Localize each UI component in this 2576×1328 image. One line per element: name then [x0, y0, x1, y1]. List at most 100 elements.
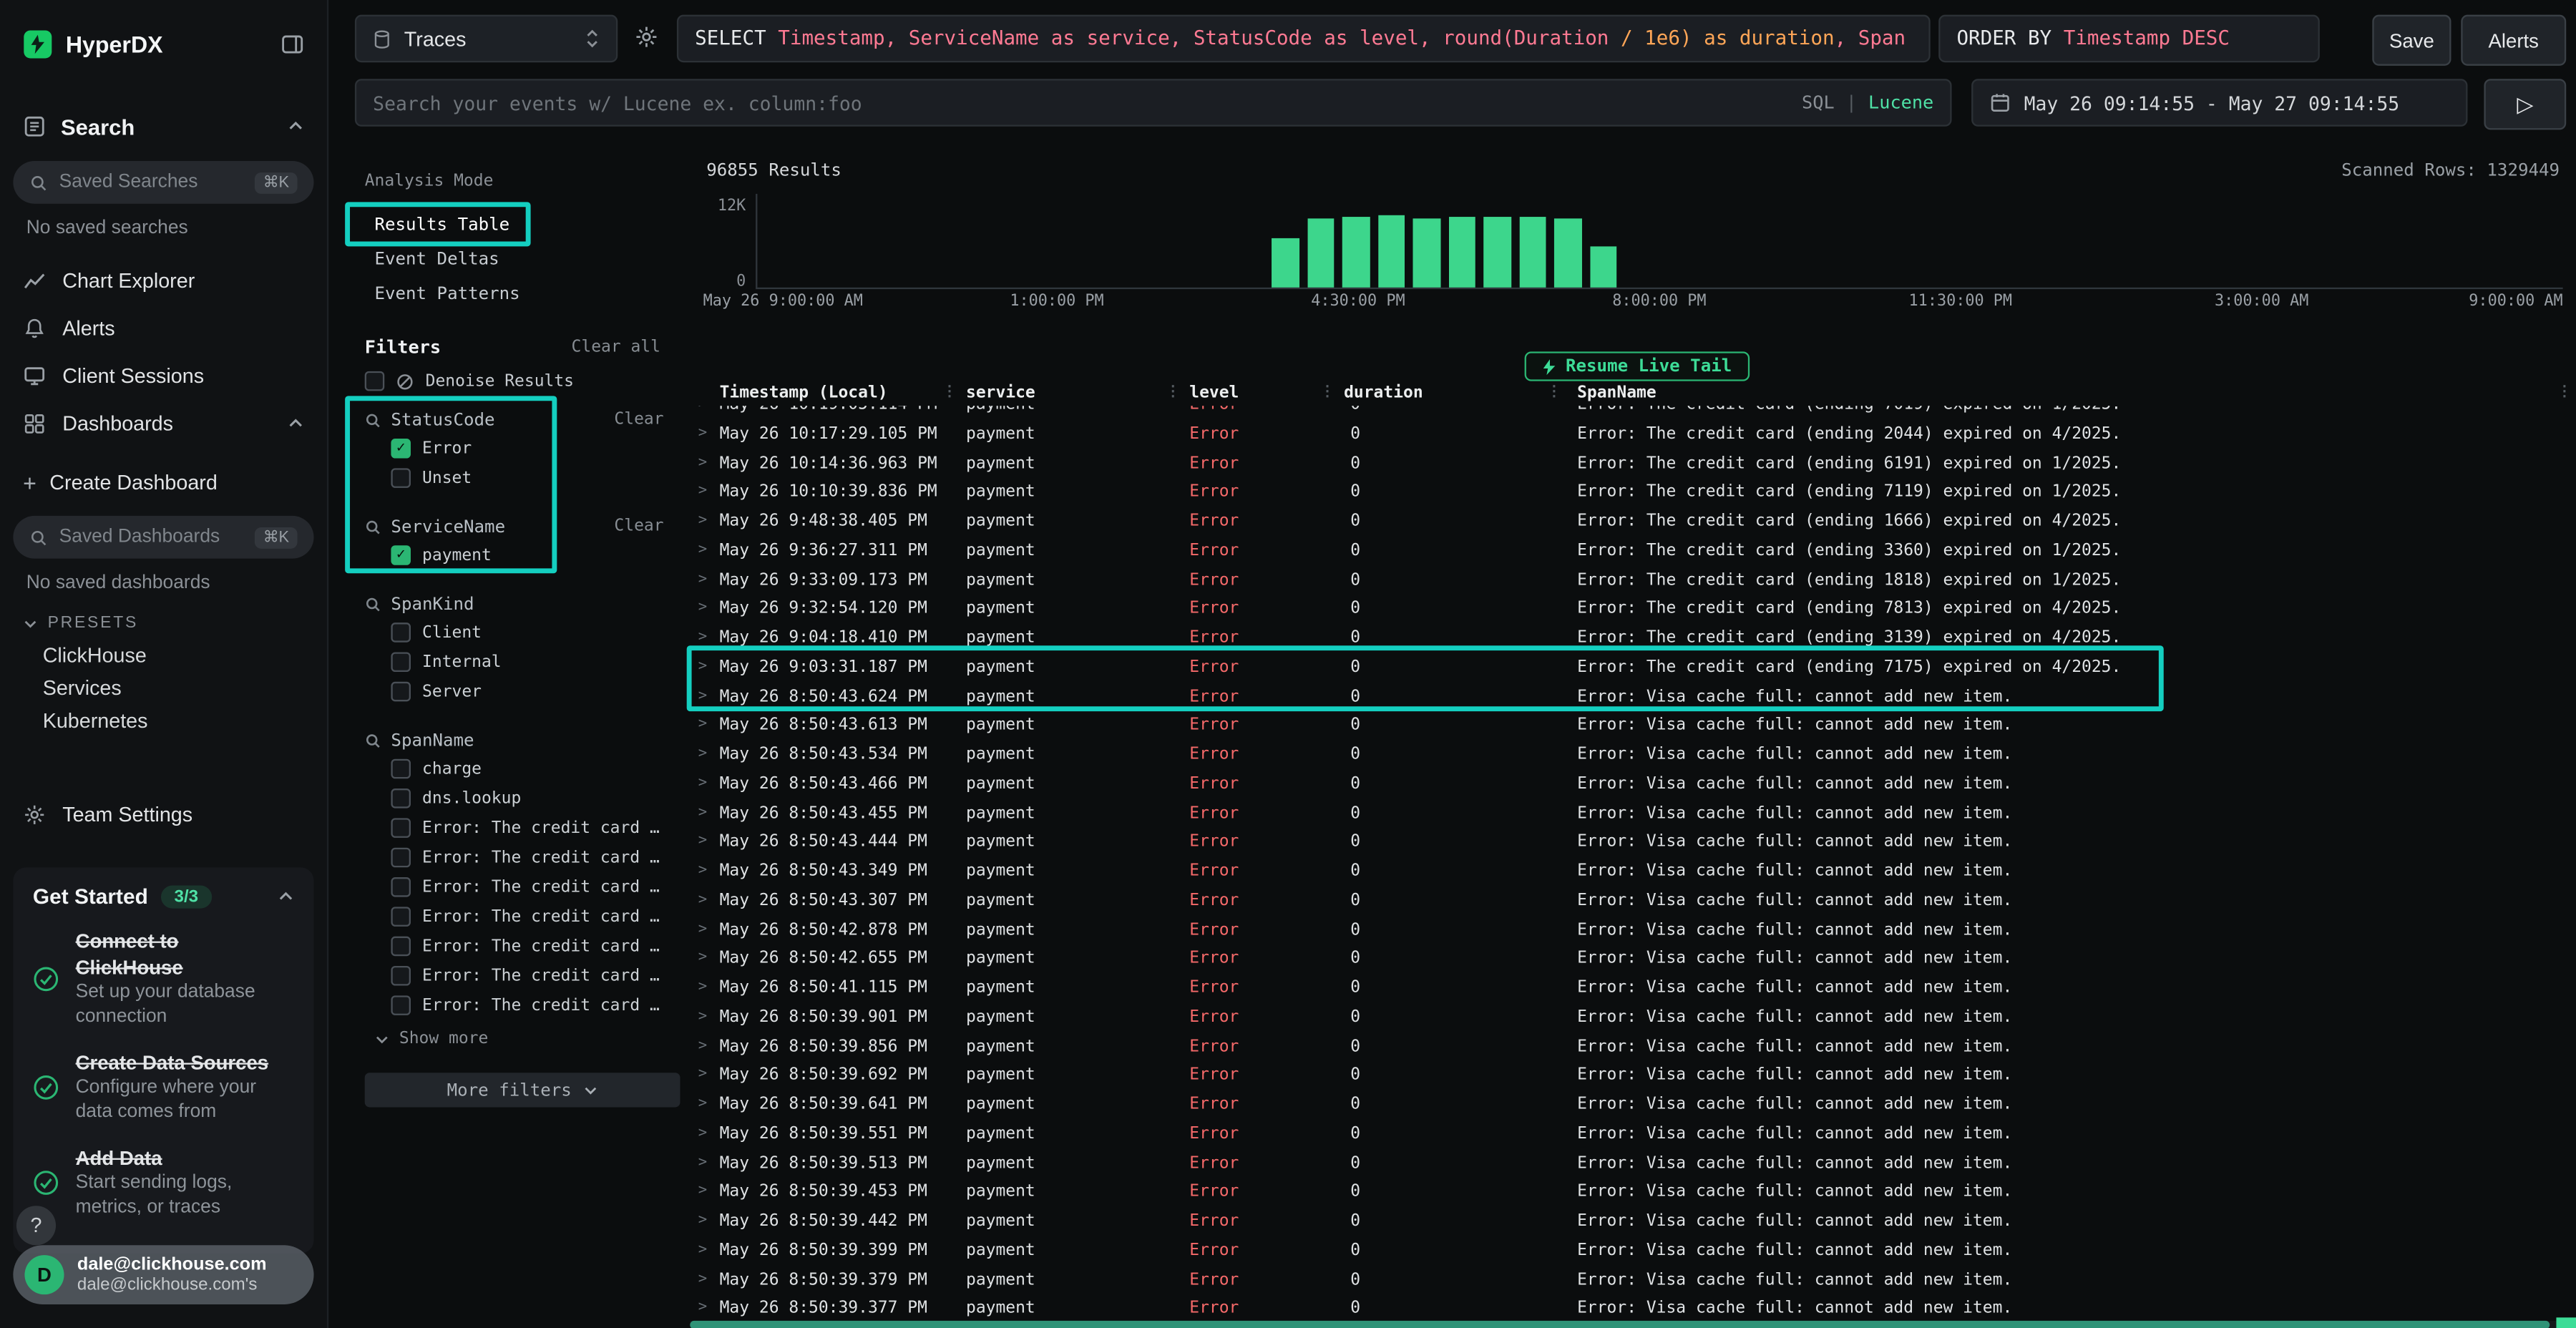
filter-checkbox[interactable]: [391, 788, 411, 809]
histogram-bar[interactable]: [1377, 215, 1405, 288]
histogram-bar[interactable]: [1554, 218, 1581, 287]
sidebar-item-client-sessions[interactable]: Client Sessions: [0, 351, 327, 399]
filter-checkbox[interactable]: [391, 652, 411, 672]
sidebar-item-team-settings[interactable]: Team Settings: [0, 790, 327, 838]
table-row[interactable]: >May 26 9:04:18.410 PMpaymentError0Error…: [690, 624, 2576, 653]
presets-toggle[interactable]: PRESETS: [0, 607, 327, 639]
table-row[interactable]: >May 26 8:50:43.444 PMpaymentError0Error…: [690, 829, 2576, 858]
source-select[interactable]: Traces: [355, 15, 618, 63]
filter-option[interactable]: Error: The credit card …: [365, 813, 667, 842]
table-row[interactable]: >May 26 8:50:39.399 PMpaymentError0Error…: [690, 1236, 2576, 1266]
table-row[interactable]: >May 26 8:50:42.655 PMpaymentError0Error…: [690, 945, 2576, 975]
filter-checkbox[interactable]: [391, 759, 411, 779]
filter-option[interactable]: dns.lookup: [365, 783, 667, 813]
clear-filter-link[interactable]: Clear: [614, 411, 667, 429]
orderby-editor[interactable]: ORDER BY Timestamp DESC: [1938, 15, 2320, 63]
preset-item-kubernetes[interactable]: Kubernetes: [0, 705, 327, 738]
histogram-bar[interactable]: [1483, 217, 1511, 288]
table-row[interactable]: >May 26 8:50:42.878 PMpaymentError0Error…: [690, 916, 2576, 945]
filter-option[interactable]: charge: [365, 754, 667, 783]
get-started-item[interactable]: Connect to ClickHouseSet up your databas…: [33, 929, 294, 1029]
sidebar-item-dashboards[interactable]: Dashboards: [0, 399, 327, 447]
get-started-item[interactable]: Add DataStart sending logs, metrics, or …: [33, 1146, 294, 1220]
filter-option[interactable]: Error: The credit card …: [365, 932, 667, 961]
table-row[interactable]: >May 26 8:50:39.442 PMpaymentError0Error…: [690, 1208, 2576, 1237]
filter-option[interactable]: Error: The credit card …: [365, 990, 667, 1020]
column-settings-icon[interactable]: ⋮: [2553, 381, 2576, 406]
filter-checkbox[interactable]: [391, 937, 411, 957]
column-header-level[interactable]: level: [1183, 381, 1317, 406]
date-range-picker[interactable]: May 26 09:14:55 - May 27 09:14:55: [1971, 79, 2467, 127]
table-row[interactable]: >May 26 8:50:39.377 PMpaymentError0Error…: [690, 1295, 2576, 1319]
filter-checkbox[interactable]: [391, 995, 411, 1015]
filter-option[interactable]: Error: The credit card …: [365, 872, 667, 902]
table-row[interactable]: >May 26 8:50:43.349 PMpaymentError0Error…: [690, 857, 2576, 887]
scrollbar-thumb[interactable]: [690, 1320, 2550, 1328]
table-row[interactable]: >May 26 10:19:05.114 PMpaymentError0Erro…: [690, 406, 2576, 420]
filter-option[interactable]: Error: The credit card …: [365, 843, 667, 872]
denoise-option[interactable]: Denoise Results: [365, 366, 667, 396]
filter-checkbox[interactable]: [391, 682, 411, 702]
table-row[interactable]: >May 26 8:50:39.856 PMpaymentError0Error…: [690, 1032, 2576, 1062]
source-settings-button[interactable]: [634, 24, 658, 49]
chevron-up-icon[interactable]: [288, 415, 304, 431]
sidebar-item-alerts[interactable]: Alerts: [0, 304, 327, 352]
table-row[interactable]: >May 26 9:32:54.120 PMpaymentError0Error…: [690, 595, 2576, 625]
clear-filter-link[interactable]: Clear: [614, 517, 667, 535]
preset-item-clickhouse[interactable]: ClickHouse: [0, 639, 327, 672]
column-header-timestamp[interactable]: Timestamp (Local): [713, 381, 940, 406]
column-separator-icon[interactable]: ⋮: [940, 381, 960, 406]
histogram-bar[interactable]: [1307, 218, 1334, 288]
create-dashboard-button[interactable]: + Create Dashboard: [0, 460, 327, 506]
filter-checkbox[interactable]: [391, 468, 411, 488]
user-chip[interactable]: D dale@clickhouse.com dale@clickhouse.co…: [13, 1245, 313, 1304]
table-row[interactable]: >May 26 9:36:27.311 PMpaymentError0Error…: [690, 537, 2576, 566]
table-row[interactable]: >May 26 8:50:43.613 PMpaymentError0Error…: [690, 712, 2576, 741]
table-row[interactable]: >May 26 9:03:31.187 PMpaymentError0Error…: [690, 653, 2576, 683]
filter-option[interactable]: ✓Error: [365, 434, 667, 463]
table-row[interactable]: >May 26 8:50:39.551 PMpaymentError0Error…: [690, 1120, 2576, 1149]
sql-editor[interactable]: SELECT Timestamp, ServiceName as service…: [677, 15, 1931, 63]
filter-option[interactable]: Server: [365, 677, 667, 706]
chevron-up-icon[interactable]: [278, 888, 294, 904]
histogram-bar[interactable]: [1448, 216, 1475, 288]
sql-mode-toggle[interactable]: SQL: [1802, 92, 1835, 114]
filter-option[interactable]: Unset: [365, 463, 667, 492]
more-filters-button[interactable]: More filters: [365, 1073, 680, 1107]
histogram-bar[interactable]: [1272, 238, 1299, 288]
sidebar-item-search[interactable]: Search: [0, 102, 327, 151]
table-row[interactable]: >May 26 8:50:43.307 PMpaymentError0Error…: [690, 887, 2576, 916]
alerts-button[interactable]: Alerts: [2461, 15, 2566, 66]
saved-searches-input[interactable]: Saved Searches ⌘K: [13, 161, 313, 204]
analysis-mode-option[interactable]: Results Table: [365, 207, 667, 241]
table-row[interactable]: >May 26 8:50:39.453 PMpaymentError0Error…: [690, 1178, 2576, 1208]
histogram-bar[interactable]: [1342, 217, 1370, 288]
table-row[interactable]: >May 26 8:50:39.379 PMpaymentError0Error…: [690, 1266, 2576, 1295]
filter-checkbox[interactable]: ✓: [391, 545, 411, 565]
filter-checkbox[interactable]: [391, 907, 411, 927]
column-separator-icon[interactable]: ⋮: [1317, 381, 1337, 406]
table-row[interactable]: >May 26 10:14:36.963 PMpaymentError0Erro…: [690, 449, 2576, 479]
search-input[interactable]: Search your events w/ Lucene ex. column:…: [355, 79, 1952, 127]
histogram-bar[interactable]: [1589, 247, 1616, 287]
filter-checkbox[interactable]: ✓: [391, 439, 411, 459]
denoise-checkbox[interactable]: [365, 371, 385, 391]
horizontal-scrollbar[interactable]: [690, 1320, 2576, 1328]
filter-checkbox[interactable]: [391, 966, 411, 986]
filter-option[interactable]: Client: [365, 617, 667, 647]
get-started-item[interactable]: Create Data SourcesConfigure where your …: [33, 1051, 294, 1125]
sidebar-item-chart-explorer[interactable]: Chart Explorer: [0, 256, 327, 304]
table-row[interactable]: >May 26 9:48:38.405 PMpaymentError0Error…: [690, 507, 2576, 537]
preset-item-services[interactable]: Services: [0, 672, 327, 705]
column-separator-icon[interactable]: ⋮: [1544, 381, 1564, 406]
run-query-button[interactable]: ▷: [2484, 79, 2566, 130]
column-header-spanname[interactable]: SpanName: [1564, 381, 2553, 406]
table-row[interactable]: >May 26 8:50:39.901 PMpaymentError0Error…: [690, 1003, 2576, 1032]
table-row[interactable]: >May 26 8:50:43.624 PMpaymentError0Error…: [690, 683, 2576, 712]
table-row[interactable]: >May 26 10:17:29.105 PMpaymentError0Erro…: [690, 420, 2576, 449]
table-row[interactable]: >May 26 8:50:39.641 PMpaymentError0Error…: [690, 1090, 2576, 1120]
table-row[interactable]: >May 26 8:50:43.455 PMpaymentError0Error…: [690, 799, 2576, 829]
table-row[interactable]: >May 26 8:50:41.115 PMpaymentError0Error…: [690, 974, 2576, 1003]
sidebar-collapse-button[interactable]: [281, 33, 304, 56]
filter-option[interactable]: Internal: [365, 648, 667, 677]
